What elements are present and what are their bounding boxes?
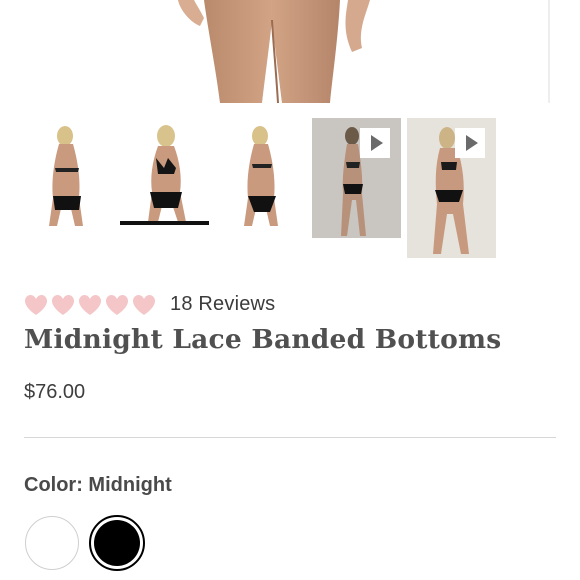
product-price: $76.00 bbox=[24, 381, 86, 403]
selected-thumbnail-indicator bbox=[120, 221, 209, 225]
play-icon[interactable] bbox=[360, 128, 390, 158]
divider bbox=[24, 437, 556, 438]
color-swatch-white[interactable] bbox=[25, 516, 79, 570]
thumbnail-front-view[interactable] bbox=[120, 118, 209, 222]
play-icon[interactable] bbox=[455, 128, 485, 158]
heart-icon bbox=[25, 294, 47, 315]
model-legs-image bbox=[178, 0, 370, 103]
thumbnail-back-view[interactable] bbox=[25, 118, 110, 228]
review-count-link[interactable]: 18 Reviews bbox=[170, 293, 275, 316]
thumbnail-side-view[interactable] bbox=[220, 118, 305, 228]
heart-icon bbox=[133, 294, 155, 315]
product-title: Midnight Lace Banded Bottoms bbox=[24, 324, 502, 355]
color-swatch-midnight[interactable] bbox=[89, 515, 145, 571]
swatch-fill bbox=[94, 520, 140, 566]
thumbnail-video-2[interactable] bbox=[407, 118, 496, 258]
heart-icon bbox=[52, 294, 74, 315]
thumbnail-video-1[interactable] bbox=[312, 118, 401, 238]
product-hero-image[interactable] bbox=[0, 0, 580, 105]
heart-icon bbox=[79, 294, 101, 315]
rating-row[interactable]: 18 Reviews bbox=[24, 293, 275, 316]
heart-icon bbox=[106, 294, 128, 315]
hero-edge-line bbox=[548, 0, 550, 103]
color-label: Color: Midnight bbox=[24, 474, 172, 496]
